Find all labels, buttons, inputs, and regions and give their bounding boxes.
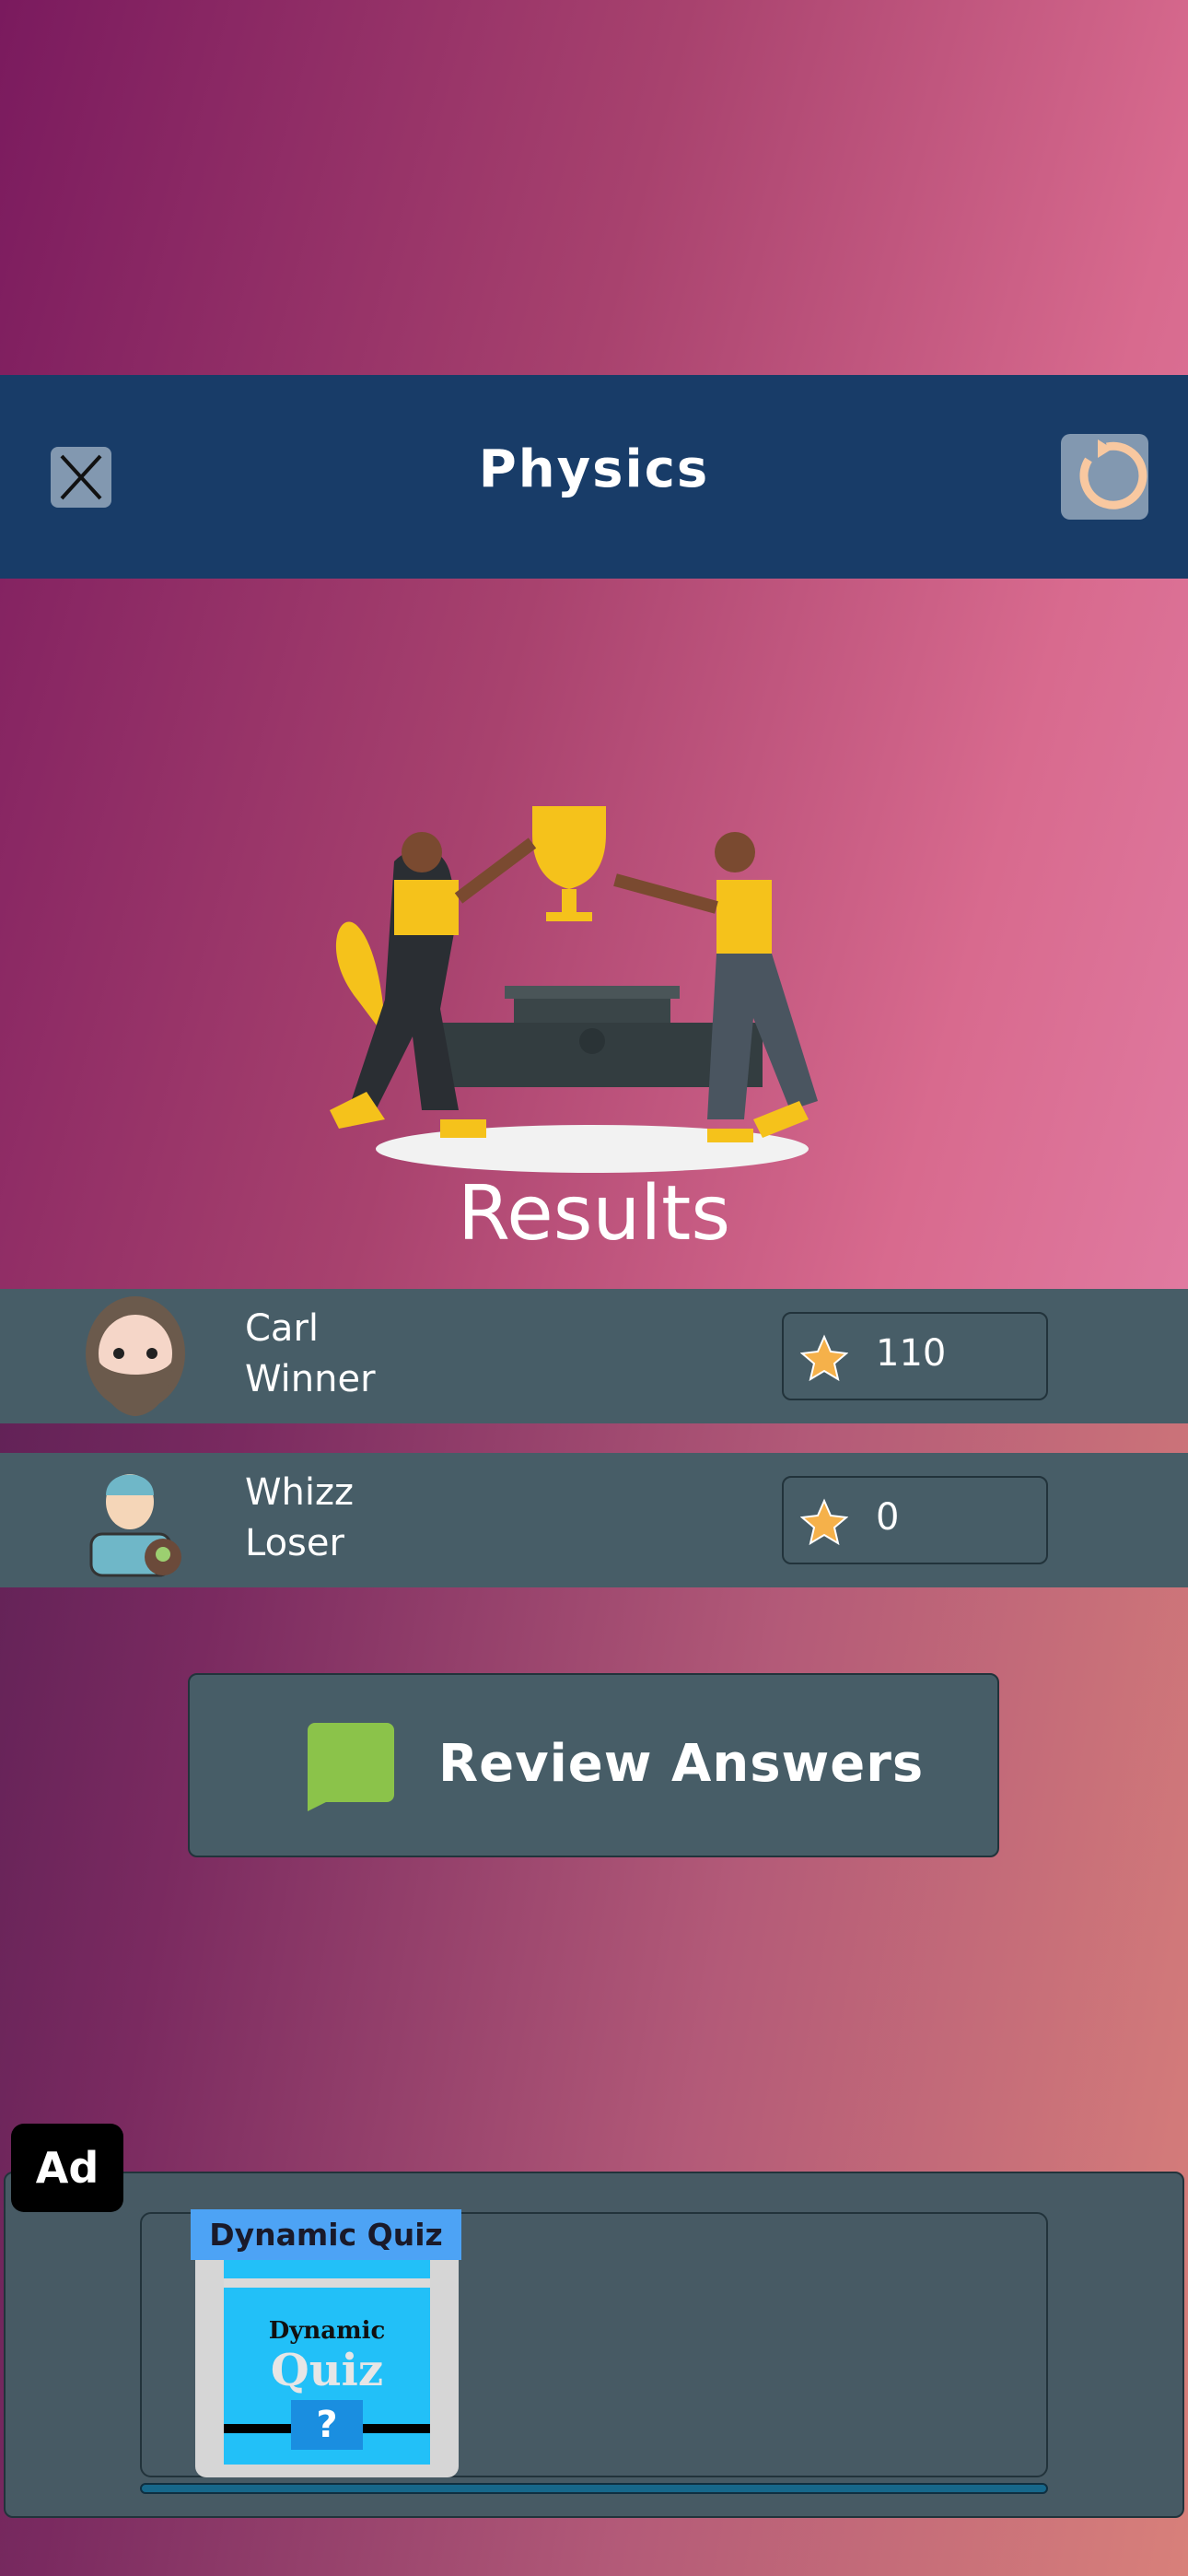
results-heading: Results: [457, 1170, 731, 1258]
player-name: Whizz: [245, 1471, 355, 1514]
score-value: 110: [876, 1332, 947, 1375]
score-value: 0: [876, 1496, 900, 1539]
score-box: 110: [782, 1312, 1048, 1400]
player-row-loser: Whizz Loser 0: [0, 1453, 1188, 1587]
ad-app-name[interactable]: Dynamic Quiz: [191, 2209, 461, 2260]
ad-progress-bar: [140, 2483, 1048, 2494]
ad-logo-line1: Dynamic: [268, 2317, 386, 2345]
trophy: [532, 806, 606, 889]
review-answers-button[interactable]: Review Answers: [188, 1673, 999, 1857]
reload-button[interactable]: [1061, 434, 1148, 520]
review-answers-label: Review Answers: [438, 1734, 925, 1794]
score-box: 0: [782, 1476, 1048, 1564]
player-status: Winner: [245, 1358, 376, 1400]
reload-icon: [1079, 439, 1147, 509]
man-figure: [716, 880, 772, 954]
star-icon: [800, 1498, 848, 1546]
question-mark-icon: ?: [291, 2400, 363, 2450]
plant: [335, 921, 385, 1036]
bearded-man-avatar: [86, 1296, 185, 1416]
header-bar: Physics: [0, 375, 1188, 579]
page-title: Physics: [478, 439, 710, 499]
speech-bubble-icon: [308, 1723, 394, 1811]
ad-app-image[interactable]: Dynamic Quiz ?: [195, 2260, 459, 2477]
player-status: Loser: [245, 1522, 344, 1564]
star-icon: [800, 1334, 848, 1382]
player-name: Carl: [245, 1307, 319, 1350]
trophy-celebration-illustration: [330, 806, 818, 1173]
player-row-winner: Carl Winner 110: [0, 1289, 1188, 1423]
ad-badge: Ad: [11, 2124, 123, 2212]
ad-logo-line2: Quiz: [270, 2345, 384, 2396]
cap-boy-avatar: [89, 1474, 181, 1577]
